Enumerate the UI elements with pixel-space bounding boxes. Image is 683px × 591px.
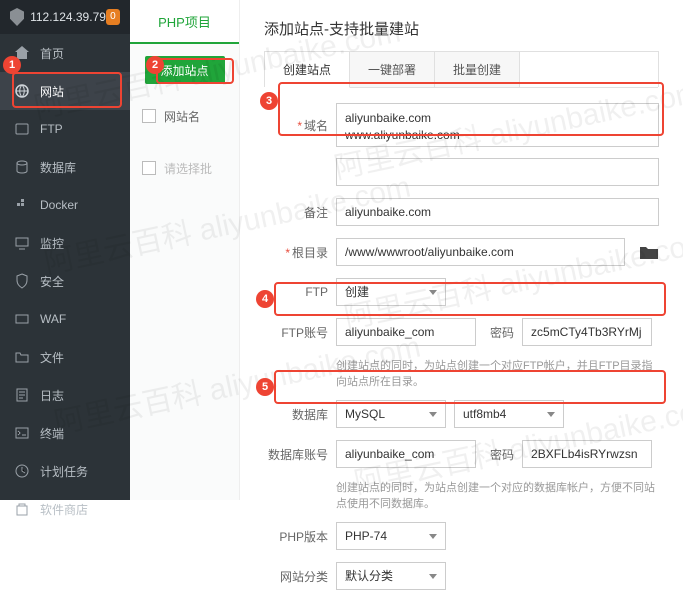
- store-icon: [14, 501, 30, 517]
- chevron-down-icon: [429, 412, 437, 417]
- folder-icon: [14, 349, 30, 365]
- sidebar-item-ftp[interactable]: FTP: [0, 110, 130, 148]
- log-icon: [14, 387, 30, 403]
- sidebar-label: WAF: [40, 312, 66, 326]
- sidebar-item-terminal[interactable]: 终端: [0, 414, 130, 452]
- db-hint: 创建站点的同时，为站点创建一个对应的数据库帐户，方便不同站点使用不同数据库。: [336, 479, 659, 511]
- monitor-icon: [14, 235, 30, 251]
- label-db-password: 密码: [490, 446, 514, 463]
- form: *域名 aliyunbaike.com www.aliyunbaike.com …: [240, 87, 683, 591]
- label-domain: *域名: [264, 117, 328, 134]
- sidebar-label: 终端: [40, 425, 64, 442]
- callout-5: 5: [256, 378, 274, 396]
- domain-input[interactable]: aliyunbaike.com www.aliyunbaike.com: [336, 103, 659, 147]
- clock-icon: [14, 463, 30, 479]
- sidebar-label: 日志: [40, 387, 64, 404]
- tab-batch[interactable]: 批量创建: [435, 52, 520, 88]
- label-php-version: PHP版本: [264, 528, 328, 545]
- ftp-icon: [14, 121, 30, 137]
- sidebar-label: 计划任务: [40, 463, 88, 480]
- sidebar-item-store[interactable]: 软件商店: [0, 490, 130, 528]
- sidebar-item-security[interactable]: 安全: [0, 262, 130, 300]
- tab-deploy[interactable]: 一键部署: [350, 52, 435, 88]
- db-account-input[interactable]: [336, 440, 476, 468]
- label-remark: 备注: [264, 204, 328, 221]
- label-ftp-password: 密码: [490, 324, 514, 341]
- callout-3: 3: [260, 92, 278, 110]
- sidebar-item-database[interactable]: 数据库: [0, 148, 130, 186]
- sidebar-item-files[interactable]: 文件: [0, 338, 130, 376]
- waf-icon: [14, 311, 30, 327]
- callout-2: 2: [146, 56, 164, 74]
- security-icon: [14, 273, 30, 289]
- ftp-select[interactable]: 创建: [336, 278, 446, 306]
- sidebar-label: 首页: [40, 45, 64, 62]
- col-site-name: 网站名: [164, 108, 200, 125]
- label-site-category: 网站分类: [264, 568, 328, 585]
- sidebar-item-docker[interactable]: Docker: [0, 186, 130, 224]
- root-input[interactable]: [336, 238, 625, 266]
- sidebar-item-cron[interactable]: 计划任务: [0, 452, 130, 490]
- panel-header-row: 网站名: [130, 100, 239, 132]
- chevron-down-icon: [429, 290, 437, 295]
- db-password-input[interactable]: [522, 440, 652, 468]
- tab-spacer: [520, 52, 658, 88]
- panel-tab-php[interactable]: PHP项目: [130, 0, 239, 44]
- ftp-password-input[interactable]: [522, 318, 652, 346]
- shield-icon: [10, 8, 24, 26]
- sidebar-item-logs[interactable]: 日志: [0, 376, 130, 414]
- sidebar-item-monitor[interactable]: 监控: [0, 224, 130, 262]
- label-ftp-account: FTP账号: [264, 324, 328, 341]
- chevron-down-icon: [547, 412, 555, 417]
- ftp-hint: 创建站点的同时，为站点创建一个对应FTP帐户，并且FTP目录指向站点所在目录。: [336, 357, 659, 389]
- site-panel: PHP项目 添加站点 网站名 请选择批: [130, 0, 240, 500]
- sidebar-label: FTP: [40, 122, 63, 136]
- select-all-checkbox[interactable]: [142, 109, 156, 123]
- modal-title: 添加站点-支持批量建站: [240, 18, 683, 51]
- filter-placeholder: 请选择批: [164, 160, 212, 177]
- sidebar-label: 安全: [40, 273, 64, 290]
- modal-tabs: 创建站点 一键部署 批量创建: [264, 51, 659, 87]
- sidebar-label: 网站: [40, 83, 64, 100]
- label-database: 数据库: [264, 406, 328, 423]
- sidebar-label: 文件: [40, 349, 64, 366]
- label-db-account: 数据库账号: [264, 446, 328, 463]
- docker-icon: [14, 197, 30, 213]
- chevron-down-icon: [429, 574, 437, 579]
- notification-badge[interactable]: 0: [106, 9, 120, 25]
- add-site-modal: 添加站点-支持批量建站 创建站点 一键部署 批量创建 *域名 aliyunbai…: [240, 0, 683, 500]
- browse-folder-icon[interactable]: [639, 244, 659, 260]
- sidebar-label: 软件商店: [40, 501, 88, 518]
- panel-filter-row: 请选择批: [130, 152, 239, 184]
- filter-checkbox[interactable]: [142, 161, 156, 175]
- sidebar: 112.124.39.79 0 首页 网站 FTP 数据库 Docker 监控 …: [0, 0, 130, 500]
- chevron-down-icon: [429, 534, 437, 539]
- site-category-select[interactable]: 默认分类: [336, 562, 446, 590]
- server-ip: 112.124.39.79: [30, 10, 106, 24]
- sidebar-label: 数据库: [40, 159, 76, 176]
- ftp-account-input[interactable]: [336, 318, 476, 346]
- callout-4: 4: [256, 290, 274, 308]
- extra-input[interactable]: [336, 158, 659, 186]
- remark-input[interactable]: [336, 198, 659, 226]
- database-icon: [14, 159, 30, 175]
- sidebar-item-website[interactable]: 网站: [0, 72, 130, 110]
- sidebar-label: 监控: [40, 235, 64, 252]
- label-root: *根目录: [264, 244, 328, 261]
- php-version-select[interactable]: PHP-74: [336, 522, 446, 550]
- sidebar-header: 112.124.39.79 0: [0, 0, 130, 34]
- sidebar-label: Docker: [40, 198, 78, 212]
- terminal-icon: [14, 425, 30, 441]
- tab-create[interactable]: 创建站点: [265, 52, 350, 88]
- globe-icon: [14, 83, 30, 99]
- db-charset-select[interactable]: utf8mb4: [454, 400, 564, 428]
- callout-1: 1: [3, 56, 21, 74]
- sidebar-item-waf[interactable]: WAF: [0, 300, 130, 338]
- db-select[interactable]: MySQL: [336, 400, 446, 428]
